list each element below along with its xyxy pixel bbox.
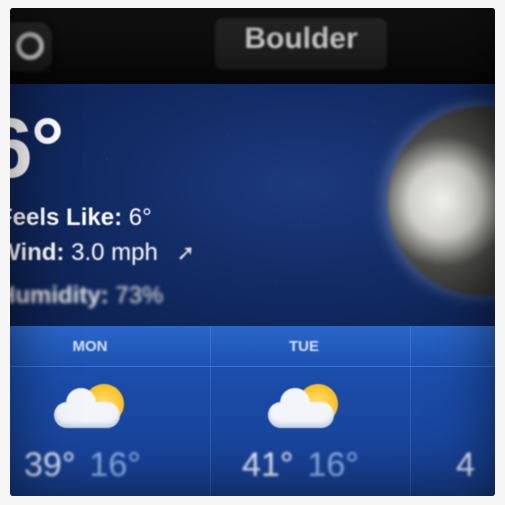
- partly-cloudy-icon: [54, 384, 126, 430]
- cloud-icon: [54, 388, 120, 428]
- partly-cloudy-icon: [268, 384, 340, 430]
- feels-like-value: 6°: [128, 204, 152, 231]
- forecast-high: 4: [456, 446, 475, 484]
- current-conditions-panel: 6° Feels Like: 6° Wind: 3.0 mph ➚ Humidi…: [10, 84, 495, 334]
- current-temperature: 6°: [10, 101, 64, 195]
- feels-like-label: Feels Like:: [10, 204, 123, 231]
- wind-direction-arrow-icon: ➚: [176, 240, 195, 265]
- settings-button[interactable]: [10, 22, 52, 72]
- feels-like-row: Feels Like: 6°: [10, 204, 152, 232]
- forecast-day-label: TUE: [289, 338, 319, 355]
- wind-label: Wind:: [10, 239, 65, 266]
- humidity-value: 73%: [115, 282, 164, 309]
- forecast-low: 16°: [89, 446, 141, 484]
- weather-app-screen: Boulder 6° Feels Like: 6° Wind: 3.0 mph …: [10, 8, 495, 496]
- wind-row: Wind: 3.0 mph ➚: [10, 239, 195, 267]
- wind-value: 3.0 mph: [71, 239, 158, 266]
- cloud-icon: [268, 388, 334, 428]
- forecast-day-label: MON: [72, 338, 108, 355]
- forecast-high: 41°: [242, 446, 294, 484]
- gear-icon: [16, 32, 44, 60]
- top-bar: Boulder: [10, 8, 495, 84]
- forecast-day: 4: [430, 326, 495, 496]
- humidity-row: Humidity: 73%: [10, 282, 163, 310]
- city-name: Boulder: [244, 22, 358, 55]
- forecast-hi-lo: 41° 16°: [242, 446, 359, 485]
- forecast-low: 16°: [307, 446, 359, 484]
- forecast-high: 39°: [24, 446, 76, 484]
- forecast-hi-lo: 39° 16°: [24, 446, 141, 485]
- forecast-hi-lo: 4: [456, 446, 475, 485]
- forecast-strip[interactable]: MON 39° 16° TUE 41° 16° 4: [10, 326, 495, 496]
- humidity-label: Humidity:: [10, 282, 109, 309]
